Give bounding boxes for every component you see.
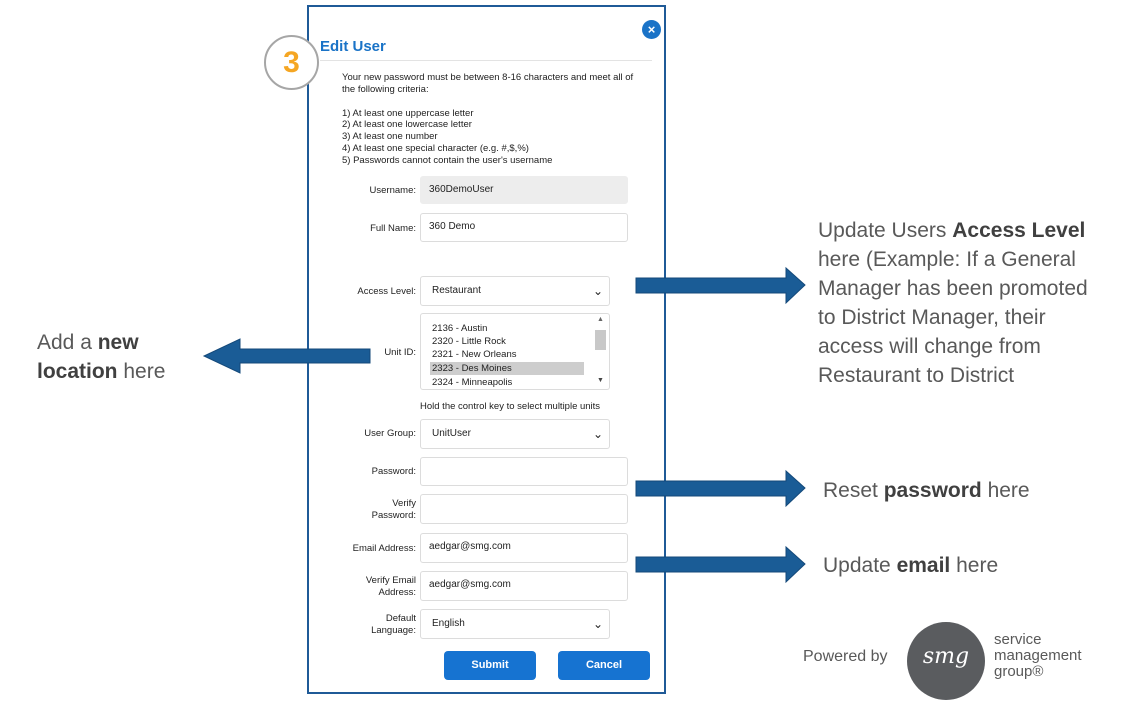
rule-item: 5) Passwords cannot contain the user's u… (342, 154, 553, 166)
title-divider (320, 60, 652, 61)
callout-bold: Access Level (952, 219, 1086, 242)
company-name-line: management (994, 647, 1082, 664)
username-label: Username: (369, 185, 416, 196)
unit-option-selected[interactable]: 2323 - Des Moines (430, 362, 584, 375)
language-label: Default Language: (371, 613, 416, 637)
verify-password-label: Verify Password: (372, 498, 416, 522)
email-field[interactable]: aedgar@smg.com (420, 533, 628, 563)
left-arrow-icon (202, 338, 371, 374)
language-select[interactable]: English ⌄ (420, 609, 610, 639)
chevron-down-icon: ⌄ (592, 427, 603, 441)
verify-password-field[interactable] (420, 494, 628, 524)
callout-bold: location (37, 360, 118, 383)
callout-text: Update (823, 554, 897, 577)
company-name-line: group® (994, 663, 1044, 680)
rule-item: 3) At least one number (342, 131, 438, 143)
unit-option[interactable]: 2320 - Little Rock (430, 335, 584, 348)
callout-text: here (981, 479, 1030, 502)
right-arrow-icon (635, 469, 806, 508)
scroll-down-icon[interactable]: ▼ (594, 377, 607, 387)
callout-bold: email (896, 554, 951, 577)
right-arrow-icon (635, 545, 806, 584)
close-icon[interactable]: × (642, 20, 661, 39)
password-field[interactable] (420, 457, 628, 486)
powered-by-text: Powered by (803, 648, 888, 665)
access-level-label: Access Level: (357, 286, 416, 297)
step-number-badge: 3 (264, 35, 319, 90)
verify-email-label-line2: Address: (378, 587, 417, 598)
callout-bold: new (97, 331, 139, 354)
rules-intro: Your new password must be between 8-16 c… (342, 72, 634, 95)
verify-password-label-line1: Verify (392, 498, 416, 509)
chevron-down-icon: ⌄ (592, 617, 603, 631)
user-group-label: User Group: (364, 428, 416, 439)
company-name: service management group® (994, 632, 1082, 680)
rule-item: 4) At least one special character (e.g. … (342, 142, 529, 154)
password-callout: Reset password here (823, 476, 1030, 505)
full-name-field[interactable]: 360 Demo (420, 213, 628, 242)
callout-text: here (950, 554, 999, 577)
rule-item: 2) At least one lowercase letter (342, 119, 472, 131)
access-level-callout: Update Users Access Level here (Example:… (818, 216, 1088, 390)
unit-option[interactable]: 2136 - Austin (430, 322, 584, 335)
unit-id-listbox[interactable]: 2136 - Austin 2320 - Little Rock 2321 - … (420, 313, 610, 390)
submit-button[interactable]: Submit (444, 651, 536, 680)
callout-text: here (117, 360, 166, 383)
user-group-value: UnitUser (432, 428, 471, 439)
unit-option[interactable]: 2324 - Minneapolis (430, 376, 584, 389)
callout-text: Manager has been promoted (818, 277, 1088, 300)
chevron-down-icon: ⌄ (592, 284, 603, 298)
password-rules: Your new password must be between 8-16 c… (342, 72, 647, 167)
language-label-line2: Language: (371, 625, 416, 636)
username-field: 360DemoUser (420, 176, 628, 204)
full-name-label: Full Name: (370, 223, 416, 234)
scrollbar-thumb[interactable] (595, 330, 606, 350)
callout-text: Reset (823, 479, 884, 502)
company-name-line: service (994, 631, 1042, 648)
verify-password-label-line2: Password: (371, 510, 416, 521)
callout-text: Update Users (818, 219, 953, 242)
rule-item: 1) At least one uppercase letter (342, 107, 474, 119)
verify-email-label: Verify Email Address: (366, 575, 416, 599)
verify-email-field[interactable]: aedgar@smg.com (420, 571, 628, 601)
language-value: English (432, 618, 465, 629)
cancel-button[interactable]: Cancel (558, 651, 650, 680)
scroll-up-icon[interactable]: ▲ (594, 316, 607, 326)
language-label-line1: Default (385, 613, 416, 624)
dialog-title: Edit User (320, 38, 386, 55)
callout-text: Restaurant to District (818, 364, 1015, 387)
user-group-select[interactable]: UnitUser ⌄ (420, 419, 610, 449)
unit-id-label: Unit ID: (384, 347, 416, 358)
callout-text: access will change from (818, 335, 1041, 358)
smg-logo: smg (907, 622, 985, 700)
access-level-select[interactable]: Restaurant ⌄ (420, 276, 610, 306)
password-label: Password: (371, 466, 416, 477)
callout-bold: password (883, 479, 982, 502)
right-arrow-icon (635, 266, 806, 305)
callout-text: to District Manager, their (818, 306, 1046, 329)
email-callout: Update email here (823, 551, 998, 580)
callout-text: Add a (37, 331, 98, 354)
multi-select-hint: Hold the control key to select multiple … (420, 401, 601, 412)
callout-text: here (Example: If a General (818, 248, 1076, 271)
verify-email-label-line1: Verify Email (365, 575, 416, 586)
email-label: Email Address: (352, 543, 416, 554)
listbox-scrollbar[interactable]: ▲ ▼ (594, 316, 607, 387)
new-location-callout: Add a new location here (37, 328, 165, 386)
access-level-value: Restaurant (432, 285, 481, 296)
unit-option[interactable]: 2321 - New Orleans (430, 348, 584, 361)
